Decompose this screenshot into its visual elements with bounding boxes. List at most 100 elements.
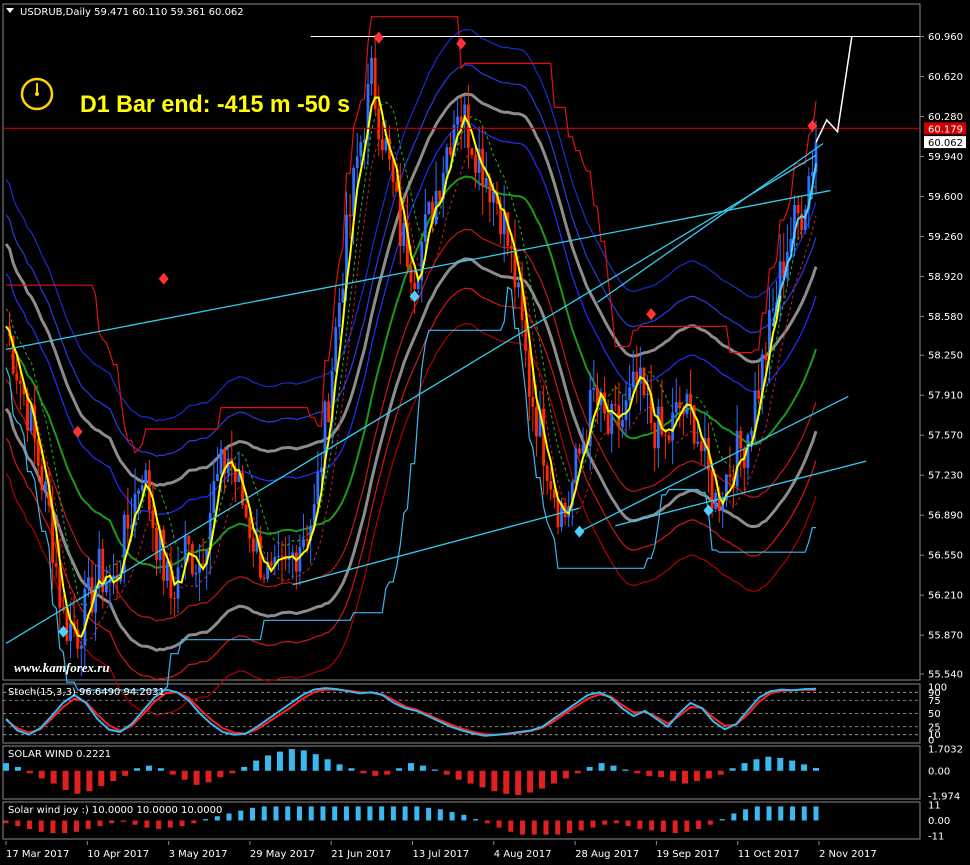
candle-body [155, 527, 158, 560]
candle-body [409, 266, 413, 283]
solar-wind-bar [288, 749, 295, 771]
solar-joy-bar [238, 810, 244, 821]
candle-body [83, 588, 87, 646]
envelope-band-1 [5, 28, 817, 422]
solar-wind-bar [562, 770, 569, 779]
solar-joy-bar [132, 820, 138, 825]
collapse-arrow-icon[interactable] [6, 8, 14, 13]
candle-body [474, 155, 477, 173]
time-label-10: 2 Nov 2017 [819, 849, 877, 860]
candle-body [316, 472, 320, 505]
solar-wind-bar [527, 770, 534, 793]
solar-joy-bar [191, 820, 197, 824]
candle-body [771, 308, 775, 311]
stoch-tick-3: 50 [928, 709, 941, 720]
candle-body [294, 552, 298, 572]
candle-body [739, 430, 743, 449]
candle-body [696, 441, 700, 444]
candle-body [334, 327, 338, 372]
solar-wind-bar [801, 764, 808, 771]
price-label-12: 56.890 [928, 511, 963, 522]
solar-wind-bar [503, 770, 510, 794]
solar-wind-bar [336, 764, 343, 771]
solar-joy-bar [672, 820, 678, 834]
solar-joy-bar [766, 806, 772, 821]
candle-body [87, 577, 90, 589]
solar-wind-bar [157, 768, 164, 771]
candle-body [162, 529, 166, 581]
solar-wind-bar [134, 768, 141, 771]
solar-wind-bar [122, 770, 129, 776]
timer-text: D1 Bar end: -415 m -50 s [80, 91, 350, 118]
solar-joy-bar [625, 820, 631, 827]
solar-wind-bar [789, 760, 796, 771]
candle-body [104, 582, 108, 593]
solar-joy-bar [426, 807, 432, 821]
solar-joy-bar [543, 820, 549, 835]
time-label-3: 29 May 2017 [250, 849, 315, 860]
candle-body [656, 406, 660, 449]
solar-joy-bar [707, 820, 713, 825]
candle-body [395, 182, 399, 192]
price-label-7: 58.580 [928, 312, 963, 323]
solar-joy-bar [320, 806, 326, 821]
solar-joy-bar [285, 806, 291, 821]
candle-body [667, 435, 671, 441]
fractal-marker [158, 272, 169, 285]
solar-joy-bar [437, 809, 443, 821]
candle-body [216, 473, 219, 481]
price-label-6: 58.920 [928, 272, 963, 283]
candle-body [341, 288, 345, 303]
solar-wind-bar [348, 768, 355, 771]
stoch-tick-2: 75 [928, 696, 941, 707]
solar-joy-bar [85, 820, 91, 829]
solar-wind-bar [300, 750, 307, 771]
solar-wind-bar [670, 770, 677, 781]
time-label-9: 11 Oct 2017 [738, 849, 800, 860]
candle-body [280, 556, 284, 558]
candle-body [69, 622, 72, 641]
candle-body [370, 57, 373, 84]
candle-body [796, 204, 800, 214]
candle-body [628, 387, 632, 401]
solar-joy-bar [754, 806, 760, 821]
dashed-ma-red [5, 137, 817, 643]
solar-wind-bar [777, 757, 784, 771]
candle-body [416, 280, 420, 290]
indicator-bands [4, 16, 818, 716]
solar-wind-bar [586, 766, 593, 771]
watermark: www.kamforex.ru [14, 660, 110, 675]
solar-wind-bar [360, 770, 367, 774]
solar-joy-bar [660, 820, 666, 832]
price-label-11: 57.230 [928, 471, 963, 482]
solar-joy-bar [38, 820, 44, 832]
chart-window: 60.960 60.620 60.280 59.940 59.600 59.260 58.9… [0, 0, 970, 865]
solar-joy-bar [402, 806, 408, 821]
solar-joy-bar [73, 820, 79, 832]
solar-joy-bar [496, 820, 502, 828]
solar-wind-bar [646, 770, 653, 776]
projection-line [815, 36, 853, 143]
fractal-marker [646, 308, 657, 321]
solar-wind-bar [38, 770, 45, 779]
candle-body [180, 566, 184, 568]
candle-body [664, 434, 667, 436]
solar-wind-bar [193, 770, 200, 785]
solar-wind-bar [265, 755, 272, 771]
chart-canvas[interactable]: 60.960 60.620 60.280 59.940 59.600 59.260 58.9… [0, 0, 970, 865]
solar-wind-bar [169, 770, 176, 775]
candle-body [757, 391, 761, 399]
solar-joy-bar [273, 806, 279, 821]
candle-body [40, 465, 44, 491]
candle-body [305, 539, 309, 541]
solar-joy-bar [3, 820, 9, 824]
candle-body [126, 514, 130, 529]
candle-body [248, 517, 252, 539]
solar-wind-bar [753, 759, 760, 771]
time-label-8: 19 Sep 2017 [656, 849, 719, 860]
candle-body [18, 380, 22, 384]
price-label-8: 58.250 [928, 351, 963, 362]
candle-body [262, 577, 266, 580]
price-label-2: 60.280 [928, 112, 963, 123]
solar-wind-bar [717, 770, 724, 775]
